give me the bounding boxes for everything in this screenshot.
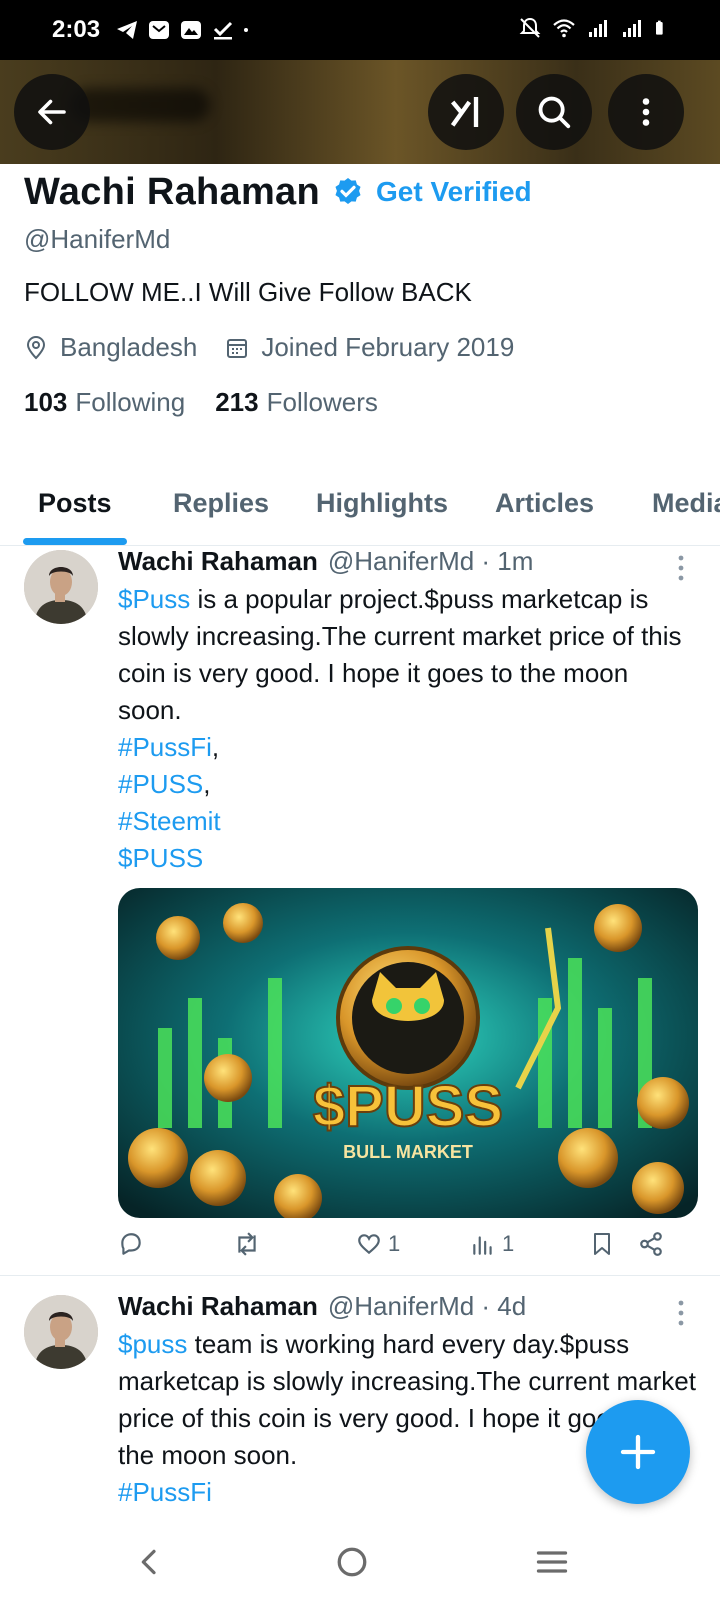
media-illustration: $PUSS BULL MARKET [118, 888, 698, 1218]
tab-posts[interactable]: Posts [38, 488, 112, 519]
location: Bangladesh [24, 332, 197, 363]
tab-highlights[interactable]: Highlights [316, 488, 448, 519]
gallery-icon [181, 21, 201, 39]
bookmark-button[interactable] [590, 1230, 614, 1258]
avatar-image [24, 1295, 98, 1369]
post-header: Wachi Rahaman @HaniferMd · 1m [118, 546, 696, 577]
signal-icon [623, 20, 641, 37]
notification-icons [115, 18, 255, 42]
post-author-name[interactable]: Wachi Rahaman [118, 1291, 318, 1322]
post-text-body: is a popular project.$puss marketcap is … [118, 584, 682, 725]
more-vertical-icon [642, 98, 650, 126]
plus-icon [620, 1434, 656, 1470]
post-text: $Puss is a popular project.$puss marketc… [118, 584, 682, 873]
profile-meta: Bangladesh Joined February 2019 [24, 332, 720, 363]
reply-button[interactable] [118, 1231, 144, 1257]
back-nav-icon[interactable] [134, 1544, 166, 1580]
joined-date: Joined February 2019 [225, 332, 514, 363]
cashtag-link[interactable]: $puss [118, 1329, 187, 1359]
avatar[interactable] [24, 550, 98, 624]
media-title: $PUSS [313, 1074, 503, 1139]
post-more-icon[interactable] [676, 1299, 686, 1327]
views-button[interactable]: 1 [470, 1231, 514, 1257]
profile-tabs: Posts Replies Highlights Articles Media [0, 466, 720, 546]
tab-articles[interactable]: Articles [495, 488, 594, 519]
heart-icon [358, 1234, 380, 1255]
followers-label: Followers [266, 387, 378, 417]
followers-link[interactable]: 213 Followers [215, 387, 378, 418]
active-tab-indicator [23, 538, 127, 545]
more-button[interactable] [608, 74, 684, 150]
post-more-icon[interactable] [676, 554, 686, 582]
search-button[interactable] [516, 74, 592, 150]
views-icon [473, 1236, 492, 1255]
following-label: Following [75, 387, 186, 417]
profile-handle: @HaniferMd [24, 224, 171, 254]
followers-count: 213 [215, 387, 259, 417]
cashtag-link[interactable]: $PUSS [118, 843, 203, 873]
tab-media[interactable]: Media [652, 488, 720, 519]
tab-replies[interactable]: Replies [173, 488, 269, 519]
views-count: 1 [502, 1231, 515, 1256]
repost-button[interactable] [232, 1231, 262, 1257]
task-icon [213, 21, 233, 40]
hashtag-link[interactable]: #PussFi [118, 732, 212, 762]
post-actions: 1 1 [118, 1224, 688, 1264]
avatar-image [24, 550, 98, 624]
arrow-left-icon [38, 99, 66, 125]
like-count: 1 [388, 1231, 401, 1256]
search-icon [538, 96, 571, 129]
like-button[interactable]: 1 [356, 1231, 400, 1257]
dot-icon [244, 28, 248, 32]
post-handle-time: @HaniferMd · 4d [327, 1291, 527, 1321]
name-row: Wachi Rahaman Get Verified [24, 166, 720, 218]
post-media-image[interactable]: $PUSS BULL MARKET [118, 888, 698, 1218]
calendar-icon [227, 338, 248, 358]
location-text: Bangladesh [60, 332, 198, 362]
grok-icon [450, 97, 479, 127]
post-handle-time: @HaniferMd · 1m [327, 546, 534, 576]
share-icon [640, 1232, 662, 1256]
joined-text: Joined February 2019 [261, 332, 515, 362]
location-pin-icon [26, 335, 46, 359]
signal-icon [589, 20, 607, 37]
cashtag-link[interactable]: $Puss [118, 584, 190, 614]
profile-bio: FOLLOW ME..I Will Give Follow BACK [24, 277, 472, 307]
status-time: 2:03 [52, 16, 101, 43]
following-link[interactable]: 103 Following [24, 387, 185, 418]
profile-info: Wachi Rahaman Get Verified @HaniferMd FO… [24, 166, 720, 418]
profile-banner [0, 60, 720, 164]
post-body: Wachi Rahaman @HaniferMd · 1m $Puss is a… [118, 546, 696, 877]
post-author-name[interactable]: Wachi Rahaman [118, 546, 318, 577]
battery-icon [656, 20, 663, 35]
mute-icon [519, 17, 541, 38]
bookmark-icon [594, 1233, 610, 1255]
back-button[interactable] [14, 74, 90, 150]
follow-stats: 103 Following 213 Followers [24, 387, 720, 418]
wifi-icon [553, 19, 575, 38]
recents-nav-icon[interactable] [534, 1544, 570, 1580]
media-subtitle: BULL MARKET [343, 1142, 473, 1162]
hashtag-link[interactable]: #PussFi [118, 1477, 212, 1507]
following-count: 103 [24, 387, 68, 417]
telegram-icon [117, 21, 137, 39]
repost-icon [238, 1232, 256, 1256]
home-nav-icon[interactable] [334, 1544, 370, 1580]
compose-post-button[interactable] [586, 1400, 690, 1504]
share-button[interactable] [638, 1231, 664, 1257]
post-header: Wachi Rahaman @HaniferMd · 4d [118, 1291, 696, 1322]
verified-badge-icon[interactable] [332, 176, 364, 208]
status-bar: 2:03 [0, 0, 720, 60]
grok-button[interactable] [428, 74, 504, 150]
avatar[interactable] [24, 1295, 98, 1369]
mail-icon [149, 21, 169, 39]
get-verified-link[interactable]: Get Verified [376, 176, 532, 208]
hashtag-link[interactable]: #PUSS [118, 769, 203, 799]
post[interactable]: Wachi Rahaman @HaniferMd · 1m $Puss is a… [0, 546, 720, 1276]
profile-name: Wachi Rahaman [24, 170, 321, 213]
hashtag-link[interactable]: #Steemit [118, 806, 221, 836]
system-nav-bar [0, 1530, 720, 1612]
reply-icon [121, 1233, 141, 1255]
system-icons [518, 16, 670, 40]
